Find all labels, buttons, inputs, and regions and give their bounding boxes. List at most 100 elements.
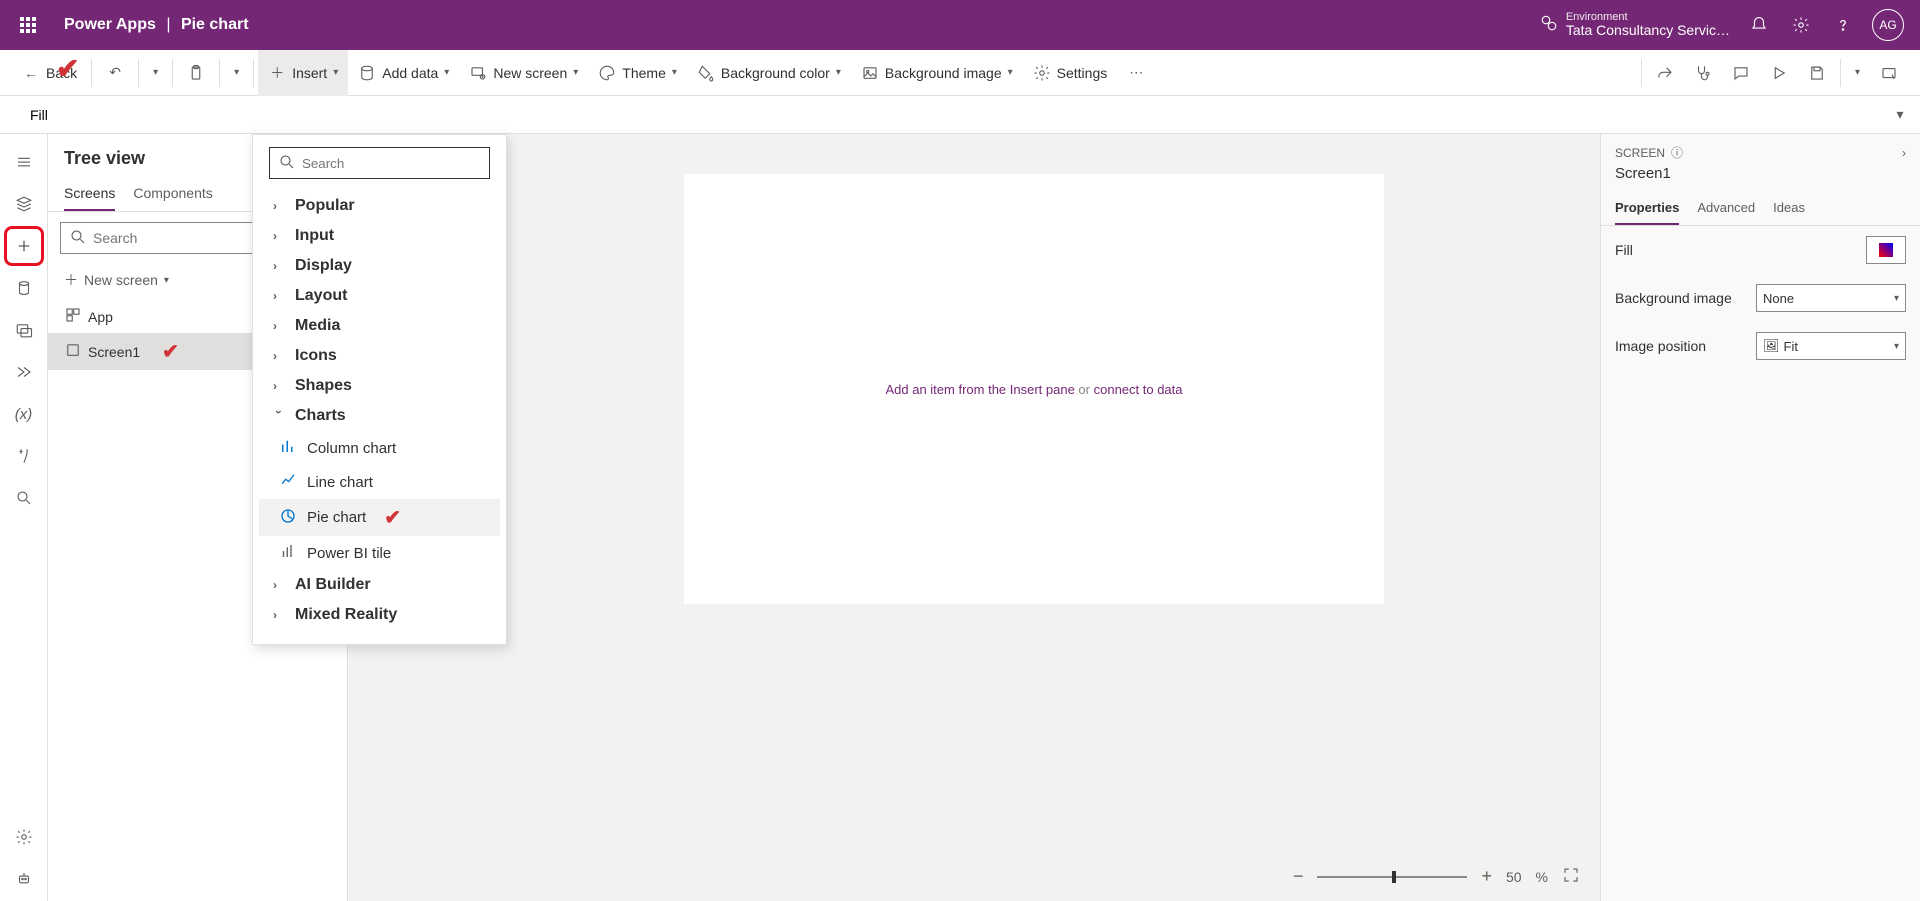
new-screen-button[interactable]: New screen ▾	[459, 50, 588, 96]
preview-button[interactable]	[1760, 50, 1798, 96]
app-header: Power Apps | Pie chart Environment Tata …	[0, 0, 1920, 50]
image-icon	[861, 64, 879, 82]
page-name: Pie chart	[181, 16, 249, 33]
fill-color-picker[interactable]	[1866, 236, 1906, 264]
zoom-in-button[interactable]: +	[1481, 866, 1492, 887]
save-more-button[interactable]: ▾	[1845, 50, 1870, 96]
formula-bar: ▾	[0, 96, 1920, 134]
publish-icon	[1880, 64, 1898, 82]
environment-picker[interactable]: Environment Tata Consultancy Servic…	[1540, 11, 1730, 38]
cat-display[interactable]: ›Display	[259, 251, 500, 281]
insert-search[interactable]	[269, 147, 490, 179]
chart-column[interactable]: Column chart	[259, 431, 500, 465]
chevron-down-icon: ▾	[164, 275, 169, 286]
chevron-down-icon: ▾	[444, 67, 449, 78]
info-icon[interactable]: ⓘ	[1671, 144, 1683, 161]
formula-input[interactable]	[270, 99, 1880, 131]
cat-media[interactable]: ›Media	[259, 311, 500, 341]
canvas-screen[interactable]: Add an item from the Insert pane or conn…	[684, 174, 1384, 604]
chart-line[interactable]: Line chart	[259, 465, 500, 499]
notifications-button[interactable]	[1738, 4, 1780, 46]
rail-tools[interactable]	[4, 436, 44, 476]
bg-image-button[interactable]: Background image ▾	[851, 50, 1023, 96]
properties-pane: SCREEN ⓘ › Screen1 Properties Advanced I…	[1600, 134, 1920, 901]
image-position-select[interactable]: 🖼Fit▾	[1756, 332, 1906, 360]
chart-pie[interactable]: Pie chart✔	[259, 499, 500, 536]
bg-color-button[interactable]: Background color ▾	[687, 50, 851, 96]
cat-layout[interactable]: ›Layout	[259, 281, 500, 311]
cat-ai-builder[interactable]: ›AI Builder	[259, 570, 500, 600]
chevron-down-icon: ▾	[1894, 293, 1899, 304]
chevron-down-icon: ▾	[1855, 67, 1860, 78]
color-swatch-icon	[1879, 243, 1893, 257]
rail-hamburger[interactable]	[4, 142, 44, 182]
settings-button-toolbar[interactable]: Settings	[1023, 50, 1118, 96]
add-data-button[interactable]: Add data ▾	[348, 50, 459, 96]
chevron-right-icon: ›	[273, 608, 285, 622]
tab-screens[interactable]: Screens	[64, 177, 115, 211]
property-selector[interactable]	[20, 99, 270, 131]
chevron-right-icon: ›	[273, 289, 285, 303]
user-avatar[interactable]: AG	[1872, 9, 1904, 41]
zoom-slider[interactable]	[1317, 876, 1467, 878]
theme-button[interactable]: Theme ▾	[588, 50, 687, 96]
bg-image-select[interactable]: None▾	[1756, 284, 1906, 312]
rail-settings[interactable]	[4, 817, 44, 857]
chart-powerbi[interactable]: Power BI tile	[259, 536, 500, 570]
cat-input[interactable]: ›Input	[259, 221, 500, 251]
app-checker-button[interactable]	[1684, 50, 1722, 96]
connect-data-link[interactable]: connect to data	[1094, 382, 1183, 397]
props-object-name: Screen1	[1601, 165, 1920, 192]
save-icon	[1808, 64, 1826, 82]
env-label: Environment	[1566, 11, 1730, 23]
undo-button[interactable]: ↶	[96, 50, 134, 96]
insert-search-input[interactable]	[302, 156, 481, 171]
rail-virtual-agent[interactable]	[4, 859, 44, 899]
powerbi-icon	[279, 542, 297, 564]
waffle-icon	[20, 17, 36, 33]
chevron-down-icon: ▾	[836, 67, 841, 78]
paste-more-button[interactable]: ▾	[224, 50, 249, 96]
expand-pane-button[interactable]: ›	[1902, 146, 1906, 160]
cat-shapes[interactable]: ›Shapes	[259, 371, 500, 401]
database-icon	[358, 64, 376, 82]
plus-icon: ＋	[268, 64, 286, 82]
rail-insert[interactable]	[4, 226, 44, 266]
screen-add-icon	[469, 64, 487, 82]
cat-mixed-reality[interactable]: ›Mixed Reality	[259, 600, 500, 630]
undo-more-button[interactable]: ▾	[143, 50, 168, 96]
cat-icons[interactable]: ›Icons	[259, 341, 500, 371]
publish-button[interactable]	[1870, 50, 1908, 96]
cat-charts[interactable]: ›Charts	[259, 401, 500, 431]
app-launcher-button[interactable]	[8, 5, 48, 45]
insert-pane-link[interactable]: Add an item from the Insert pane	[885, 382, 1074, 397]
rail-power-automate[interactable]	[4, 352, 44, 392]
chevron-right-icon: ›	[273, 319, 285, 333]
rail-data[interactable]	[4, 268, 44, 308]
share-button[interactable]	[1646, 50, 1684, 96]
command-bar: ← Back ↶ ▾ ▾ ＋ Insert ▾ Add data ▾ New s…	[0, 50, 1920, 96]
rail-variables[interactable]: (x)	[4, 394, 44, 434]
more-button[interactable]: ⋯	[1117, 50, 1155, 96]
cat-popular[interactable]: ›Popular	[259, 191, 500, 221]
back-button[interactable]: ← Back	[12, 50, 87, 96]
paste-button[interactable]	[177, 50, 215, 96]
comments-button[interactable]	[1722, 50, 1760, 96]
rail-tree-view[interactable]	[4, 184, 44, 224]
undo-icon: ↶	[106, 64, 124, 82]
canvas-area: Add an item from the Insert pane or conn…	[348, 134, 1600, 901]
tab-advanced[interactable]: Advanced	[1697, 192, 1755, 225]
zoom-out-button[interactable]: −	[1293, 866, 1304, 887]
rail-media[interactable]	[4, 310, 44, 350]
screen-icon	[64, 341, 80, 362]
fit-button[interactable]	[1562, 866, 1580, 887]
tab-ideas[interactable]: Ideas	[1773, 192, 1805, 225]
save-button[interactable]	[1798, 50, 1836, 96]
tab-components[interactable]: Components	[133, 177, 212, 211]
settings-button[interactable]	[1780, 4, 1822, 46]
rail-search[interactable]	[4, 478, 44, 518]
help-button[interactable]	[1822, 4, 1864, 46]
insert-button[interactable]: ＋ Insert ▾	[258, 50, 348, 96]
formula-expand-button[interactable]: ▾	[1880, 106, 1920, 123]
tab-properties[interactable]: Properties	[1615, 192, 1679, 225]
